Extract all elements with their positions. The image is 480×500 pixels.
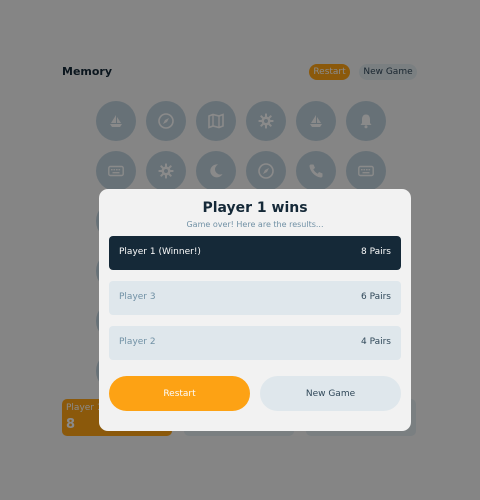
- modal-title: Player 1 wins: [202, 200, 308, 216]
- result-row-2: Player 3 6 Pairs: [109, 281, 401, 315]
- result-name: Player 2: [119, 337, 156, 347]
- results-modal: Player 1 wins Game over! Here are the re…: [99, 189, 411, 431]
- modal-restart-button[interactable]: Restart: [109, 376, 250, 411]
- result-value: 4 Pairs: [360, 337, 391, 347]
- modal-new-game-button[interactable]: New Game: [260, 376, 401, 411]
- result-row-1: Player 1 (Winner!) 8 Pairs: [109, 236, 401, 270]
- modal-subtitle: Game over! Here are the results...: [186, 220, 324, 229]
- result-row-3: Player 2 4 Pairs: [109, 326, 401, 360]
- result-name: Player 3: [119, 292, 156, 302]
- result-name: Player 1 (Winner!): [119, 247, 201, 257]
- result-value: 8 Pairs: [360, 247, 391, 257]
- result-value: 6 Pairs: [360, 292, 391, 302]
